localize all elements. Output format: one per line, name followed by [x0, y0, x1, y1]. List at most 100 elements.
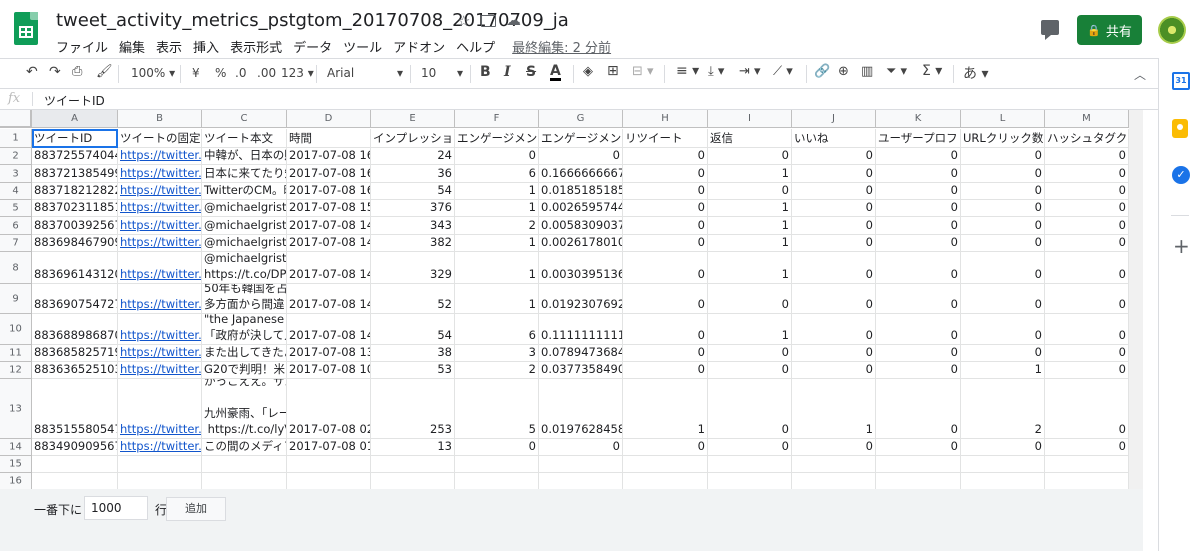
italic-button[interactable]: I — [504, 64, 511, 80]
table-cell[interactable]: ハッシュタグク — [1045, 129, 1129, 148]
row-header[interactable]: 1 — [0, 129, 32, 148]
table-cell[interactable] — [876, 456, 961, 473]
zoom-select[interactable]: 100% ▾ — [131, 66, 175, 80]
table-cell[interactable]: 0 — [961, 314, 1045, 345]
input-tools-select[interactable]: あ ▾ — [963, 63, 988, 83]
redo-icon[interactable]: ↷ — [49, 64, 61, 80]
table-cell[interactable]: 1 — [708, 165, 792, 183]
table-cell[interactable]: G20で判明！米中 — [202, 362, 287, 379]
table-cell[interactable]: 0 — [876, 148, 961, 165]
table-cell[interactable]: 0 — [708, 284, 792, 314]
table-cell[interactable]: また出してきたよ — [202, 345, 287, 362]
menu-tools[interactable]: ツール — [343, 37, 382, 56]
table-cell[interactable]: 2 — [455, 362, 539, 379]
column-header-d[interactable]: D — [287, 110, 371, 128]
table-cell[interactable]: 0 — [961, 148, 1045, 165]
table-cell[interactable]: 0 — [623, 217, 708, 235]
select-all-corner[interactable] — [0, 110, 32, 128]
row-header[interactable]: 14 — [0, 439, 32, 456]
column-header-j[interactable]: J — [792, 110, 876, 128]
table-cell[interactable]: https://twitter.cor — [118, 345, 202, 362]
table-cell[interactable]: 0.002617801047 — [539, 235, 623, 252]
row-header[interactable]: 11 — [0, 345, 32, 362]
table-cell[interactable]: 0 — [876, 165, 961, 183]
row-header[interactable]: 16 — [0, 473, 32, 489]
table-cell[interactable] — [287, 456, 371, 473]
table-cell[interactable]: 2 — [455, 217, 539, 235]
table-cell[interactable]: 0 — [961, 200, 1045, 217]
text-color-button[interactable]: A — [550, 64, 561, 81]
table-cell[interactable]: 0 — [792, 235, 876, 252]
table-cell[interactable]: 0 — [708, 148, 792, 165]
table-cell[interactable] — [792, 473, 876, 489]
row-header[interactable]: 3 — [0, 165, 32, 183]
table-cell[interactable]: 0 — [708, 362, 792, 379]
table-cell[interactable]: 88372138549902 — [32, 165, 118, 183]
table-cell[interactable]: 38 — [371, 345, 455, 362]
table-cell[interactable]: 88369614312046 — [32, 252, 118, 284]
table-cell[interactable]: 0 — [1045, 252, 1129, 284]
table-cell[interactable]: 88370231185113 — [32, 200, 118, 217]
table-cell[interactable]: ツイートの固定リ — [118, 129, 202, 148]
table-cell[interactable]: 0 — [455, 439, 539, 456]
table-cell[interactable] — [623, 473, 708, 489]
insert-chart-icon[interactable]: ▥ — [861, 64, 873, 79]
table-cell[interactable]: 24 — [371, 148, 455, 165]
table-cell[interactable]: 0 — [961, 284, 1045, 314]
table-cell[interactable]: 0.07894736842 — [539, 345, 623, 362]
table-cell[interactable]: 2017-07-08 16:32 — [287, 148, 371, 165]
vertical-scrollbar[interactable] — [1129, 110, 1143, 489]
table-cell[interactable]: 0 — [792, 362, 876, 379]
table-cell[interactable]: 0 — [708, 345, 792, 362]
merge-cells-icon[interactable]: ⊟ ▾ — [632, 64, 654, 79]
table-cell[interactable] — [708, 456, 792, 473]
table-cell[interactable]: ユーザープロフ — [876, 129, 961, 148]
table-cell[interactable]: 0 — [961, 252, 1045, 284]
table-cell[interactable]: 0 — [623, 252, 708, 284]
table-cell[interactable]: 1 — [623, 379, 708, 439]
table-cell[interactable]: 2017-07-08 16:16 — [287, 165, 371, 183]
table-cell[interactable] — [792, 456, 876, 473]
table-cell[interactable]: 0 — [792, 314, 876, 345]
table-cell[interactable]: 0 — [792, 252, 876, 284]
table-cell[interactable]: 1 — [455, 235, 539, 252]
table-cell[interactable] — [202, 473, 287, 489]
table-cell[interactable]: 0.03773584906 — [539, 362, 623, 379]
collapse-toolbar-icon[interactable]: ︿ — [1134, 66, 1146, 83]
table-cell[interactable]: 6 — [455, 314, 539, 345]
table-cell[interactable]: 88351558054794 — [32, 379, 118, 439]
table-cell[interactable]: 日本に来てたり知 — [202, 165, 287, 183]
row-header[interactable]: 4 — [0, 183, 32, 200]
table-cell[interactable]: 2017-07-08 10:38 — [287, 362, 371, 379]
row-header[interactable]: 2 — [0, 148, 32, 165]
table-cell[interactable] — [1045, 473, 1129, 489]
table-cell[interactable]: 0 — [455, 148, 539, 165]
table-cell[interactable]: 1 — [961, 362, 1045, 379]
column-header-g[interactable]: G — [539, 110, 623, 128]
table-cell[interactable]: 返信 — [708, 129, 792, 148]
table-cell[interactable] — [1045, 456, 1129, 473]
table-cell[interactable] — [371, 456, 455, 473]
fill-color-icon[interactable]: ◈ — [583, 64, 593, 79]
table-cell[interactable]: 0 — [876, 439, 961, 456]
table-cell[interactable]: 0 — [708, 379, 792, 439]
vertical-align-icon[interactable]: ⤓ ▾ — [708, 64, 724, 79]
table-cell[interactable]: 2017-07-08 16:03 — [287, 183, 371, 200]
paint-format-icon[interactable]: 🖌 — [96, 64, 113, 79]
cloud-status-icon[interactable]: ☁ — [506, 11, 521, 29]
table-cell[interactable]: 0 — [876, 314, 961, 345]
column-header-l[interactable]: L — [961, 110, 1045, 128]
table-cell[interactable]: 0 — [623, 284, 708, 314]
table-cell[interactable]: https://twitter.cor — [118, 362, 202, 379]
table-cell[interactable]: 88371821282249 — [32, 183, 118, 200]
table-cell[interactable]: この間のメディア — [202, 439, 287, 456]
last-edit-link[interactable]: 最終編集: 2 分前 — [512, 37, 611, 56]
table-cell[interactable]: 0 — [792, 284, 876, 314]
print-icon[interactable]: ⎙ — [72, 64, 82, 79]
table-cell[interactable]: 2 — [961, 379, 1045, 439]
font-family-select[interactable]: Arial ▾ — [327, 66, 403, 80]
table-cell[interactable]: "the Japanese go 「政府が決して入 — [202, 314, 287, 345]
table-cell[interactable]: 0 — [876, 183, 961, 200]
table-cell[interactable] — [623, 456, 708, 473]
table-cell[interactable]: 0 — [1045, 235, 1129, 252]
